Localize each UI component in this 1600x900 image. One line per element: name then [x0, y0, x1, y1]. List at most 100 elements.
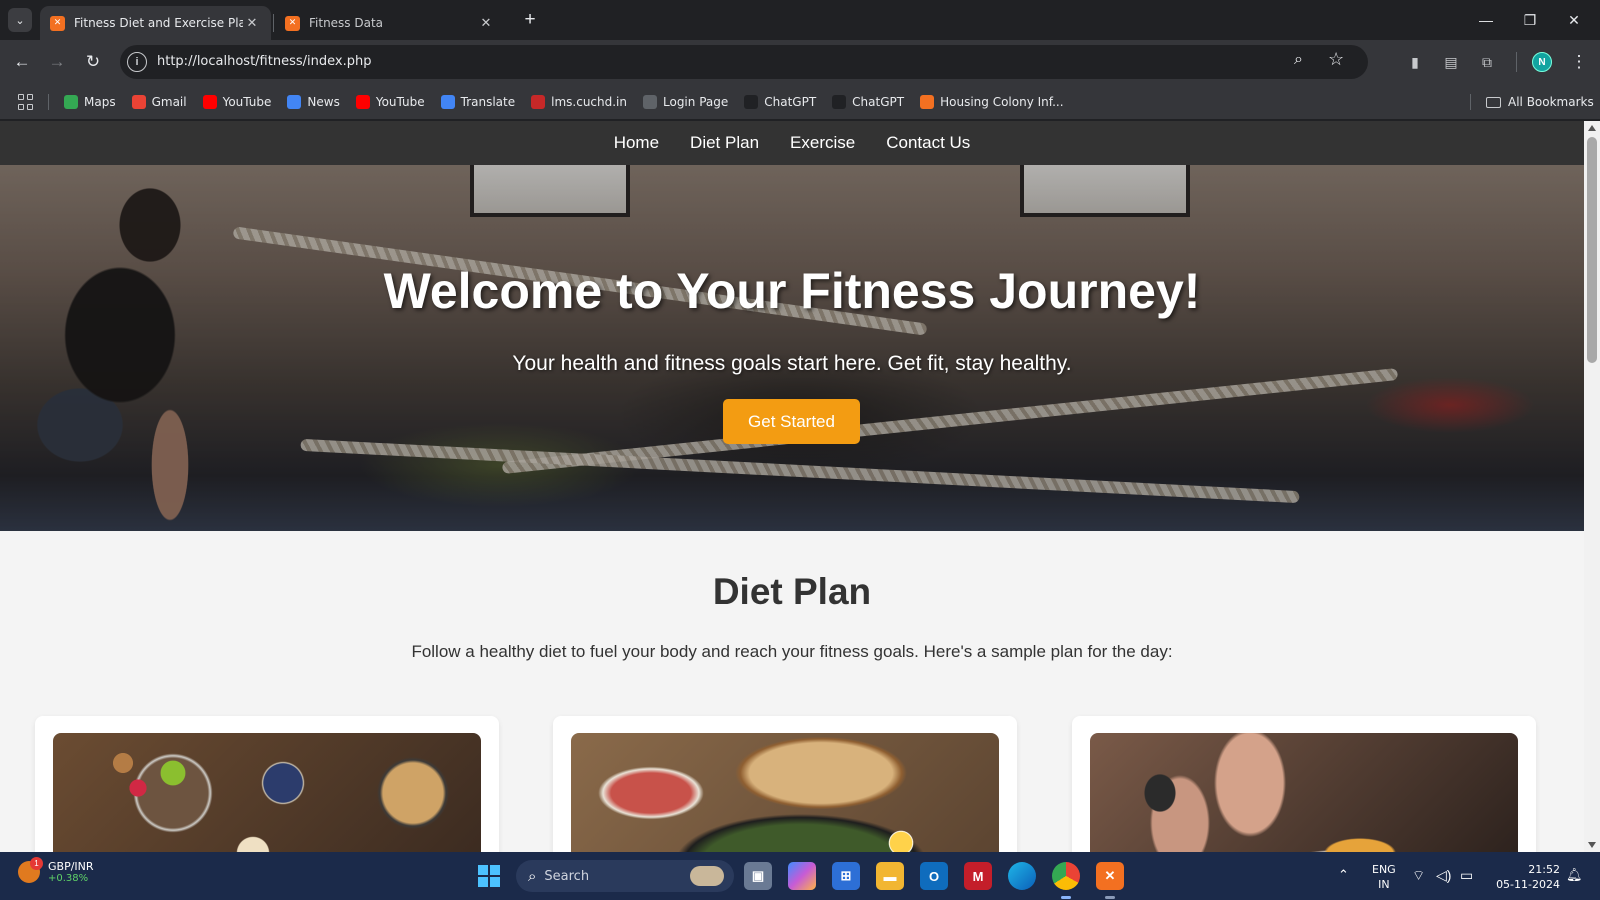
- globe-icon: [643, 95, 657, 109]
- hero-overlay: [0, 165, 1584, 531]
- xampp-icon: ✕: [285, 15, 300, 31]
- fruit-bowl-image: [53, 733, 481, 852]
- minimize-button[interactable]: —: [1464, 6, 1508, 34]
- bookmark-item[interactable]: Maps: [64, 95, 116, 109]
- bookmark-item[interactable]: ChatGPT: [744, 95, 816, 109]
- file-explorer-icon[interactable]: ▬: [876, 862, 904, 890]
- tab-divider: [273, 14, 274, 32]
- bookmark-list: Maps Gmail YouTube News YouTube Translate lms.…: [64, 84, 1064, 120]
- close-icon: ✕: [1568, 11, 1580, 28]
- page-scrollbar[interactable]: [1584, 121, 1600, 852]
- chrome-icon[interactable]: [1052, 862, 1080, 890]
- taskbar-search[interactable]: ⌕ Search: [516, 860, 734, 892]
- all-bookmarks-button[interactable]: All Bookmarks: [1486, 84, 1594, 120]
- apps-grid-icon[interactable]: [18, 94, 34, 110]
- search-icon: ⌕: [528, 867, 537, 885]
- site-navbar: Home Diet Plan Exercise Contact Us: [0, 121, 1584, 165]
- battery-icon[interactable]: ▭: [1460, 867, 1473, 884]
- browser-menu-button[interactable]: ⋮: [1566, 49, 1592, 75]
- maps-icon: [64, 95, 78, 109]
- kebab-menu-icon: ⋮: [1570, 52, 1588, 71]
- bookmark-item[interactable]: Translate: [440, 95, 516, 109]
- bookmark-item[interactable]: lms.cuchd.in: [531, 95, 627, 109]
- clock[interactable]: 21:52 05-11-2024: [1490, 862, 1560, 892]
- bookmark-label: Gmail: [151, 95, 187, 109]
- tab-title: Fitness Diet and Exercise Plan: [74, 16, 243, 30]
- bookmark-label: lms.cuchd.in: [551, 95, 627, 109]
- scrollbar-thumb[interactable]: [1587, 137, 1597, 363]
- restore-icon: ❐: [1523, 11, 1537, 28]
- chatgpt-icon: [832, 95, 847, 109]
- tab-fitness-data[interactable]: ✕ Fitness Data ✕: [275, 6, 505, 40]
- mcafee-icon[interactable]: M: [964, 862, 992, 890]
- address-bar[interactable]: i http://localhost/fitness/index.php ⌕ ☆: [120, 45, 1368, 79]
- lms-icon: [531, 95, 546, 109]
- browser-toolbar: ← → ↻ i http://localhost/fitness/index.p…: [0, 40, 1600, 84]
- new-tab-button[interactable]: +: [518, 8, 542, 32]
- volume-icon[interactable]: ◁): [1436, 867, 1451, 884]
- chevron-down-icon: ⌄: [15, 14, 25, 27]
- gmail-icon: [131, 95, 146, 109]
- zoom-icon[interactable]: ⌕: [1294, 51, 1303, 69]
- wifi-icon[interactable]: ⌔: [1412, 867, 1425, 885]
- bookmark-label: ChatGPT: [852, 95, 905, 109]
- hero-title: Welcome to Your Fitness Journey!: [383, 263, 1201, 319]
- extension-cast-icon[interactable]: ▤: [1442, 53, 1460, 71]
- bookmark-label: Translate: [460, 95, 516, 109]
- hero-section: Welcome to Your Fitness Journey! Your he…: [0, 165, 1584, 531]
- stock-widget[interactable]: 1 GBP/INR +0.38%: [18, 857, 94, 884]
- microsoft-store-icon[interactable]: ⊞: [832, 862, 860, 890]
- language-indicator[interactable]: ENG IN: [1372, 862, 1396, 892]
- chevron-up-icon[interactable]: ⌃: [1338, 867, 1349, 883]
- bookmark-item[interactable]: YouTube: [202, 95, 271, 109]
- scroll-down-icon[interactable]: [1588, 842, 1596, 848]
- tab-fitness-diet[interactable]: ✕ Fitness Diet and Exercise Plan ✕: [40, 6, 271, 40]
- bookmark-item[interactable]: ChatGPT: [832, 95, 904, 109]
- bookmarks-divider: [1470, 94, 1471, 110]
- minimize-icon: —: [1479, 12, 1493, 28]
- nav-contact-us[interactable]: Contact Us: [886, 133, 970, 153]
- bookmark-item[interactable]: Login Page: [643, 95, 728, 109]
- restore-button[interactable]: ❐: [1508, 6, 1552, 34]
- edge-icon[interactable]: [1008, 862, 1036, 890]
- bookmark-item[interactable]: News: [287, 95, 340, 109]
- forward-button[interactable]: →: [44, 49, 70, 75]
- all-bookmarks-label: All Bookmarks: [1508, 95, 1594, 109]
- youtube-icon: [355, 95, 370, 109]
- copilot-icon[interactable]: [788, 862, 816, 890]
- search-highlight-image: [690, 866, 724, 886]
- profile-avatar[interactable]: N: [1532, 52, 1552, 72]
- toolbar-divider: [1516, 52, 1517, 72]
- nav-exercise[interactable]: Exercise: [790, 133, 855, 153]
- extension-mouse-icon[interactable]: ▮: [1406, 53, 1424, 71]
- bookmark-item[interactable]: YouTube: [355, 95, 425, 109]
- reload-button[interactable]: ↻: [80, 49, 106, 75]
- notifications-bell-icon[interactable]: 🔔︎: [1566, 867, 1583, 883]
- bookmark-item[interactable]: Housing Colony Inf...: [920, 95, 1064, 109]
- site-info-icon[interactable]: i: [127, 52, 147, 72]
- outlook-icon[interactable]: O: [920, 862, 948, 890]
- scroll-up-icon[interactable]: [1588, 125, 1596, 131]
- close-window-button[interactable]: ✕: [1552, 6, 1596, 34]
- xampp-icon[interactable]: ✕: [1096, 862, 1124, 890]
- arrow-left-icon: ←: [13, 52, 31, 71]
- search-label: Search: [544, 868, 590, 884]
- notification-badge: 1: [30, 857, 43, 870]
- nav-diet-plan[interactable]: Diet Plan: [690, 133, 759, 153]
- close-icon[interactable]: ✕: [477, 16, 495, 31]
- back-button[interactable]: ←: [9, 49, 35, 75]
- clock-time: 21:52: [1528, 863, 1560, 876]
- news-icon: [287, 95, 302, 109]
- bookmark-star-icon[interactable]: ☆: [1328, 49, 1344, 70]
- tab-search-button[interactable]: ⌄: [8, 8, 32, 32]
- bookmark-item[interactable]: Gmail: [131, 95, 187, 109]
- extensions-puzzle-icon[interactable]: ⧉: [1478, 53, 1496, 71]
- nav-home[interactable]: Home: [614, 133, 659, 153]
- windows-start-icon[interactable]: [478, 865, 500, 887]
- region-code: IN: [1378, 878, 1390, 891]
- get-started-button[interactable]: Get Started: [723, 399, 860, 444]
- url-text[interactable]: http://localhost/fitness/index.php: [157, 54, 371, 69]
- task-view-icon[interactable]: ▣: [744, 862, 772, 890]
- page-viewport: Home Diet Plan Exercise Contact Us Welco…: [0, 121, 1584, 852]
- close-icon[interactable]: ✕: [243, 16, 261, 31]
